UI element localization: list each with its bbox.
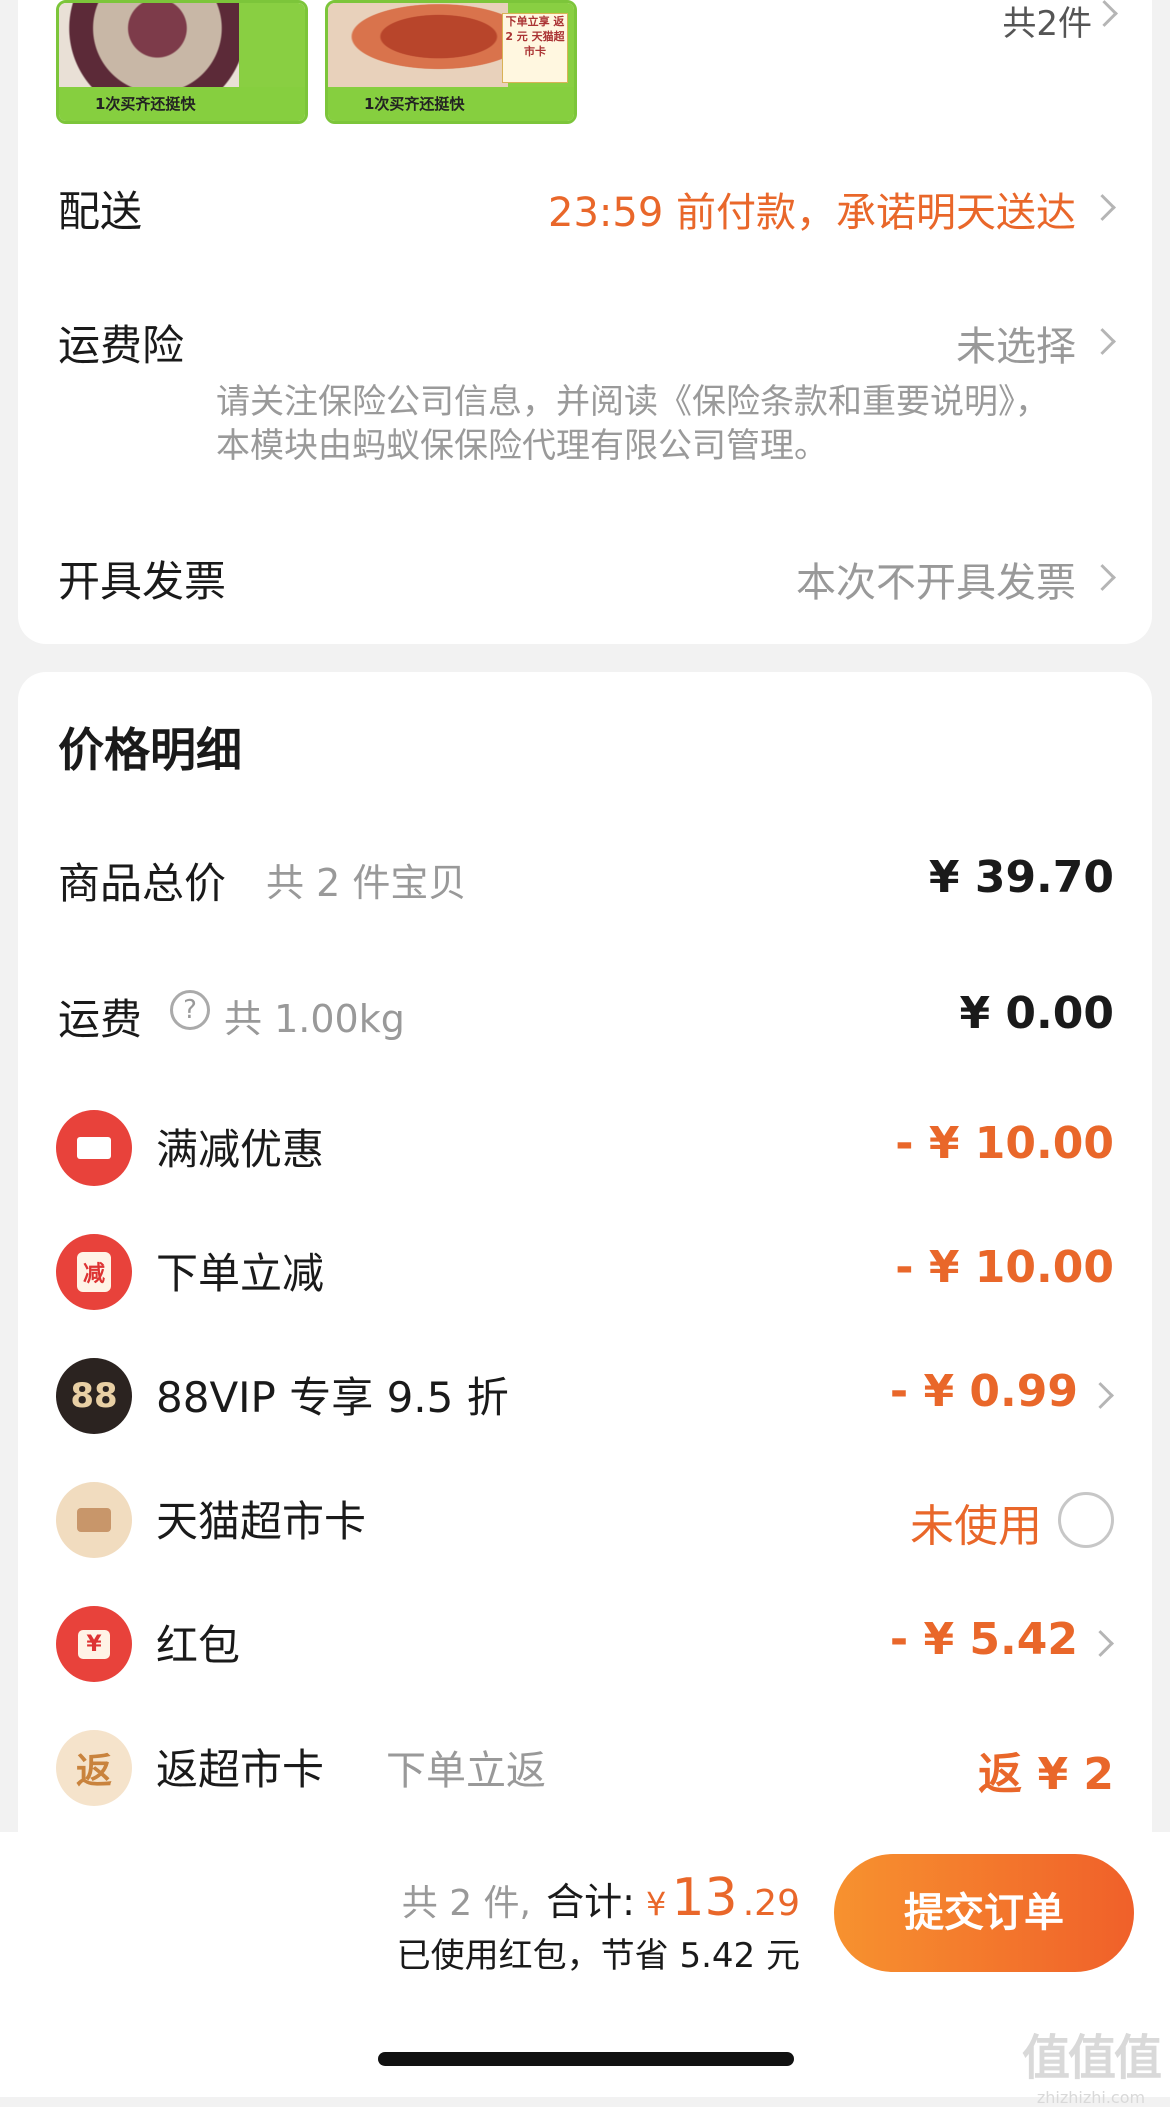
return-icon-text: 返	[75, 1751, 112, 1792]
tmall-card-label: 天猫超市卡	[156, 1497, 367, 1546]
tmall-card-radio[interactable]	[1058, 1492, 1114, 1548]
return-card-badge: 下单立享 返 2 元 天猫超市卡	[502, 3, 574, 87]
goods-total-label: 商品总价	[58, 859, 227, 908]
chevron-right-icon	[1091, 0, 1118, 27]
return-icon: 返	[56, 1730, 132, 1806]
return-card-label: 下单立享 返 2 元 天猫超市卡	[502, 13, 568, 83]
product-caption-2: 1次买齐还挺快	[328, 87, 574, 121]
price-detail-title: 价格明细	[58, 723, 242, 777]
saved-text: 已使用红包，节省 5.42 元	[396, 1936, 800, 1976]
total-integer: 13	[671, 1868, 738, 1928]
order-options-card: 1次买齐还挺快 下单立享 返 2 元 天猫超市卡 1次买齐还挺快 共2件 配送 …	[18, 0, 1152, 644]
invoice-value[interactable]: 本次不开具发票	[796, 550, 1076, 608]
return-card-value: 返 ¥ 2	[978, 1749, 1114, 1800]
discount-icon: 减	[56, 1234, 132, 1310]
chevron-right-icon	[1089, 564, 1116, 591]
product-thumbnail-2[interactable]: 下单立享 返 2 元 天猫超市卡 1次买齐还挺快	[325, 0, 577, 124]
help-icon[interactable]: ?	[170, 990, 210, 1030]
shipping-value: ¥ 0.00	[959, 988, 1115, 1039]
chevron-right-icon	[1089, 328, 1116, 355]
return-card-label: 返超市卡	[156, 1745, 325, 1794]
goods-total-value: ¥ 39.70	[928, 852, 1114, 903]
watermark-site: zhizhizhi.com	[1036, 2088, 1146, 2107]
vip-discount-label: 88VIP 专享 9.5 折	[156, 1373, 509, 1422]
vip88-icon-text: 88	[70, 1376, 118, 1416]
tmall-cat-badge	[239, 3, 305, 87]
total-line: 共 2 件, 合计: ¥ 13 .29	[402, 1868, 800, 1928]
red-packet-label: 红包	[156, 1621, 241, 1670]
vip88-icon: 88	[56, 1358, 132, 1434]
red-packet-icon-text: ¥	[78, 1629, 110, 1659]
total-decimal: .29	[742, 1883, 800, 1924]
discount-full-value: - ¥ 10.00	[895, 1118, 1114, 1169]
vip-discount-value[interactable]: - ¥ 0.99	[890, 1366, 1078, 1417]
submit-order-button[interactable]: 提交订单	[834, 1854, 1134, 1972]
invoice-label: 开具发票	[58, 557, 227, 606]
tmall-card-value: 未使用	[910, 1501, 1042, 1552]
home-indicator[interactable]	[378, 2052, 794, 2066]
delivery-value[interactable]: 23:59 前付款，承诺明天送达	[548, 180, 1076, 238]
insurance-value[interactable]: 未选择	[956, 314, 1076, 372]
total-label: 合计:	[546, 1880, 635, 1924]
return-card-sub: 下单立返	[386, 1748, 546, 1794]
watermark: 值值值 zhizhizhi.com	[1021, 2018, 1162, 2107]
chevron-right-icon	[1087, 1630, 1114, 1657]
red-packet-icon: ¥	[56, 1606, 132, 1682]
product-count[interactable]: 共2件	[1002, 0, 1092, 45]
order-discount-label: 下单立减	[156, 1249, 325, 1298]
order-discount-value: - ¥ 10.00	[895, 1242, 1114, 1293]
discount-icon-text: 减	[76, 1252, 111, 1292]
price-detail-card: 价格明细 商品总价 共 2 件宝贝 ¥ 39.70 运费 ? 共 1.00kg …	[18, 672, 1152, 1832]
total-currency: ¥	[646, 1885, 667, 1923]
delivery-label: 配送	[58, 187, 143, 236]
shipping-sub: 共 1.00kg	[224, 997, 405, 1041]
product-thumbnail-1[interactable]: 1次买齐还挺快	[56, 0, 308, 124]
chevron-right-icon	[1089, 194, 1116, 221]
bottom-action-bar: 共 2 件, 合计: ¥ 13 .29 已使用红包，节省 5.42 元 提交订单…	[0, 1832, 1170, 2107]
chevron-right-icon	[1087, 1382, 1114, 1409]
shipping-label: 运费	[58, 995, 143, 1044]
red-packet-value[interactable]: - ¥ 5.42	[890, 1614, 1078, 1665]
insurance-note: 请关注保险公司信息，并阅读《保险条款和重要说明》，本模块由蚂蚁保保险代理有限公司…	[216, 382, 1049, 466]
goods-total-sub: 共 2 件宝贝	[266, 861, 467, 905]
insurance-label: 运费险	[58, 321, 185, 370]
card-icon	[56, 1482, 132, 1558]
ticket-icon	[56, 1110, 132, 1186]
discount-full-label: 满减优惠	[156, 1125, 325, 1174]
watermark-logo: 值值值	[1021, 2030, 1162, 2086]
product-caption-1: 1次买齐还挺快	[59, 87, 305, 121]
item-count: 共 2 件,	[401, 1883, 532, 1924]
